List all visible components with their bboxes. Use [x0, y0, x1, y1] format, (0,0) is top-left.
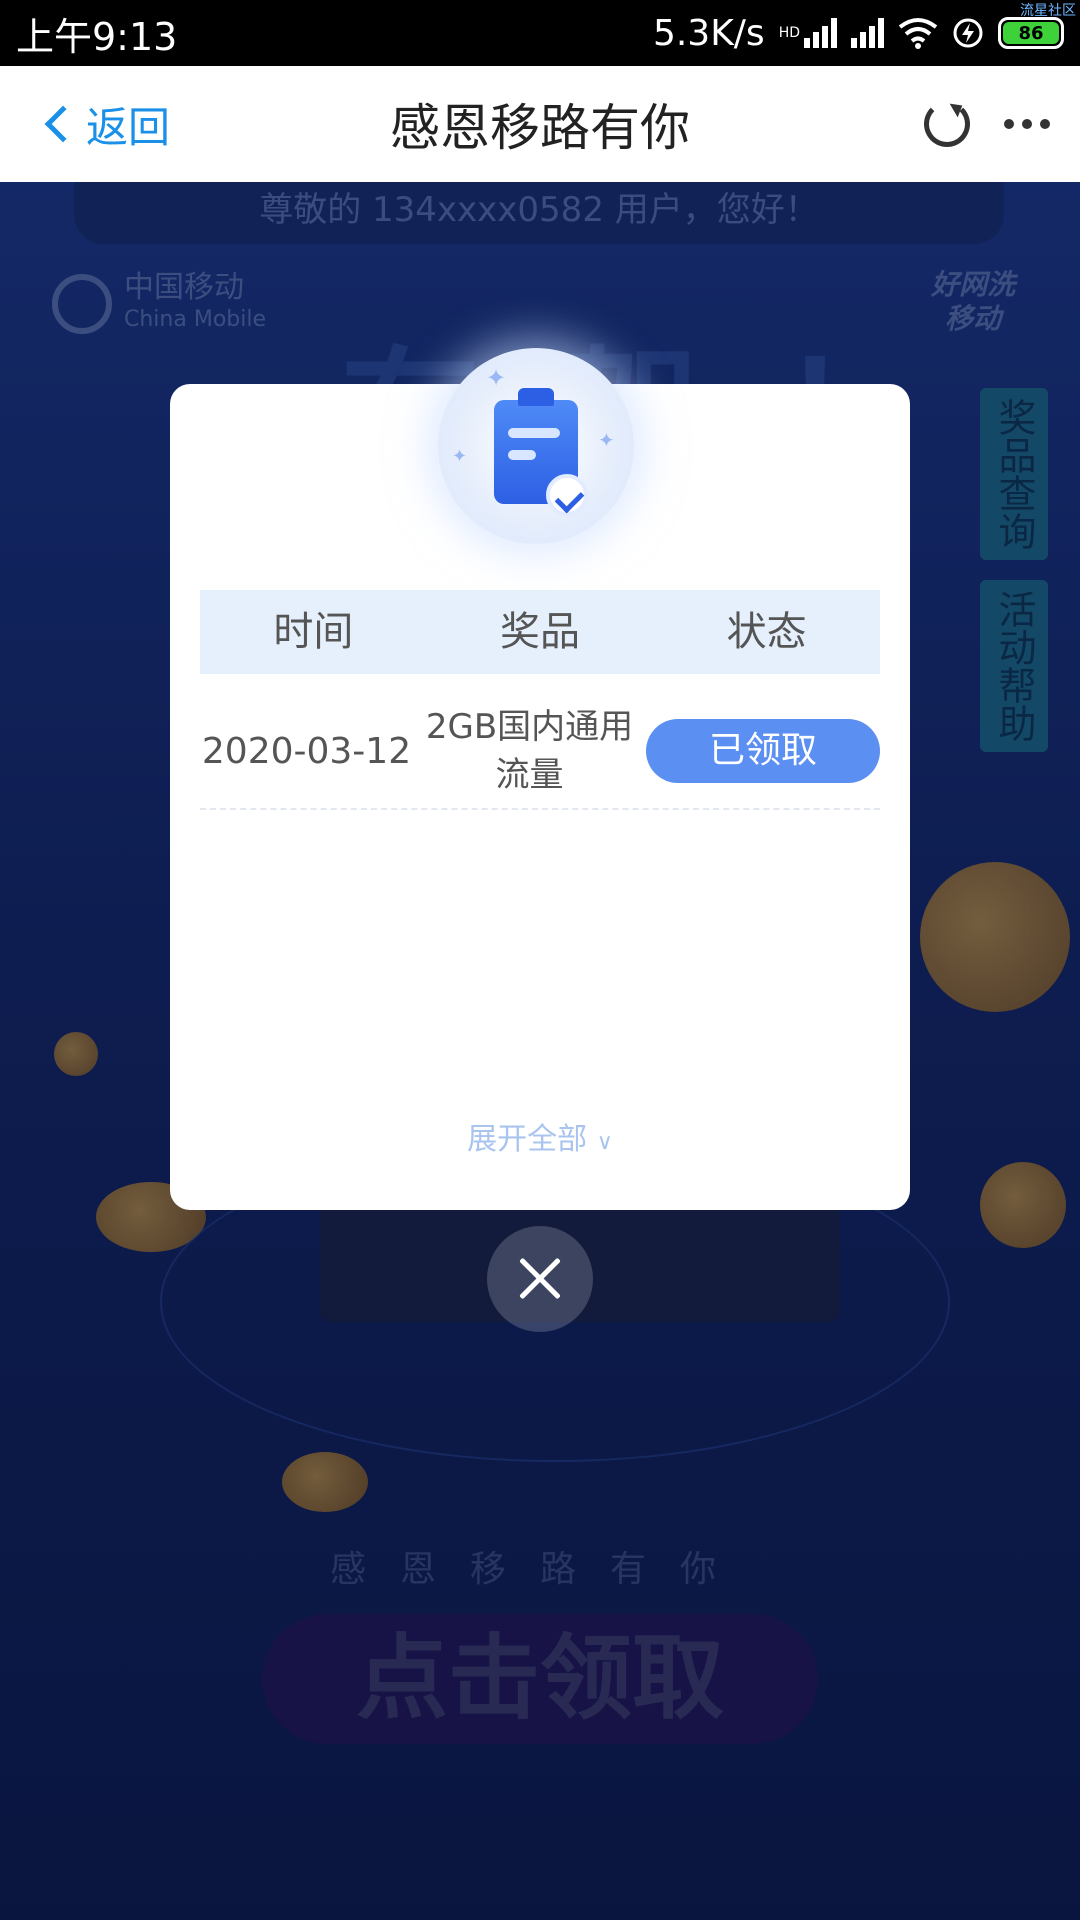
- column-header-status: 状态: [726, 609, 807, 655]
- back-label: 返回: [86, 102, 171, 152]
- expand-label: 展开全部: [467, 1122, 588, 1157]
- clipboard-check-icon: ✦ ✦ ✦: [438, 348, 634, 544]
- prize-record-modal: ✦ ✦ ✦ 时间 奖品 状态 2020-03-12 2GB国内通用流量 已领取 …: [170, 348, 910, 1210]
- more-icon[interactable]: [1004, 119, 1050, 129]
- refresh-icon[interactable]: [924, 101, 970, 147]
- app-header: 返回 感恩移路有你: [0, 66, 1080, 182]
- charging-icon: [953, 18, 983, 48]
- row-prize: 2GB国内通用流量: [425, 707, 634, 795]
- close-icon[interactable]: [487, 1226, 593, 1332]
- row-date: 2020-03-12: [201, 730, 412, 772]
- wifi-icon: [898, 18, 938, 49]
- battery-icon: 86: [998, 17, 1064, 49]
- chevron-down-icon: ∨: [596, 1130, 613, 1155]
- expand-all-link[interactable]: 展开全部 ∨: [170, 1114, 910, 1158]
- sparkle-icon: ✦: [486, 364, 507, 392]
- column-header-prize: 奖品: [500, 609, 580, 655]
- signal-icon-2: [851, 18, 884, 48]
- table-header: 时间 奖品 状态: [200, 590, 880, 674]
- back-chevron-icon: [44, 105, 82, 143]
- check-badge-icon: [546, 474, 588, 516]
- status-bar: 上午9:13 5.3K/s HD 86 流星社区: [0, 0, 1080, 66]
- column-header-time: 时间: [273, 609, 354, 655]
- net-speed: 5.3K/s: [652, 12, 765, 54]
- sparkle-icon: ✦: [598, 428, 615, 452]
- battery-level: 86: [1003, 22, 1059, 44]
- row-status-cell: 已领取: [646, 719, 880, 783]
- signal-icon: [804, 18, 837, 48]
- corner-tag: 流星社区: [1020, 3, 1076, 19]
- status-right: 5.3K/s HD 86: [653, 13, 1064, 54]
- status-claimed-button[interactable]: 已领取: [646, 719, 880, 783]
- back-button[interactable]: 返回: [40, 94, 170, 155]
- sparkle-icon: ✦: [452, 446, 468, 467]
- hd-label: HD: [778, 25, 800, 41]
- status-time: 上午9:13: [16, 14, 178, 59]
- table-row: 2020-03-12 2GB国内通用流量 已领取: [200, 694, 880, 810]
